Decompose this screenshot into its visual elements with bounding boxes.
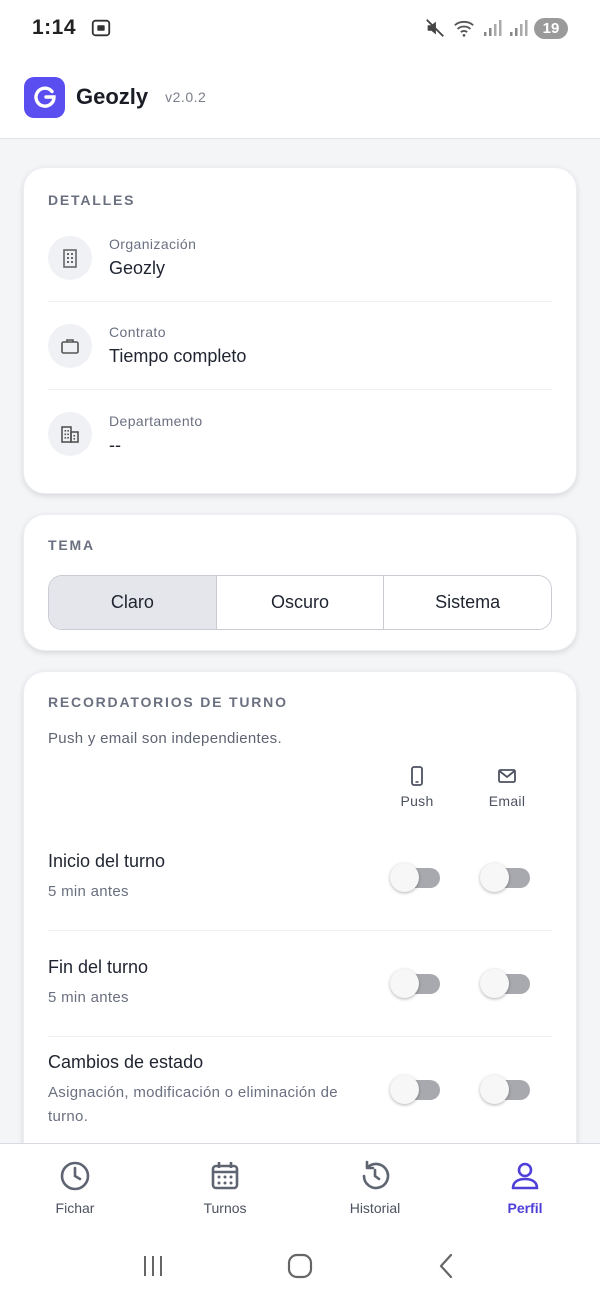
channel-push: Push	[372, 765, 462, 825]
person-icon	[511, 1162, 539, 1190]
reminders-subtitle: Push y email son independientes.	[48, 730, 282, 747]
detail-row-department: Departamento --	[48, 390, 552, 478]
theme-card: TEMA Claro Oscuro Sistema	[23, 514, 577, 651]
mail-icon	[498, 769, 516, 783]
app-header: Geozly v2.0.2	[0, 56, 600, 139]
app-logo	[24, 76, 65, 118]
push-toggle[interactable]	[390, 968, 440, 998]
detail-value: Geozly	[109, 258, 166, 278]
detail-row-organization: Organización Geozly	[48, 214, 552, 302]
push-toggle[interactable]	[390, 862, 440, 892]
theme-section-title: TEMA	[48, 537, 95, 553]
reminder-title: Fin del turno	[48, 957, 149, 977]
theme-option-light[interactable]: Claro	[49, 576, 217, 629]
theme-option-dark[interactable]: Oscuro	[216, 576, 385, 629]
reminder-row-shift-start: Inicio del turno 5 min antes	[48, 825, 552, 931]
history-icon	[362, 1160, 390, 1190]
nav-item-fichar[interactable]: Fichar	[0, 1144, 150, 1231]
app-name: Geozly	[76, 84, 149, 109]
push-toggle[interactable]	[390, 1075, 440, 1104]
toggle-knob	[480, 862, 509, 892]
recents-icon[interactable]	[139, 1252, 167, 1280]
detail-value: Tiempo completo	[109, 346, 247, 366]
clock-icon	[60, 1161, 90, 1191]
toggle-knob	[480, 1075, 509, 1104]
wifi-icon	[454, 20, 474, 37]
status-bar: 1:14 19	[0, 0, 600, 56]
app-version: v2.0.2	[165, 89, 207, 105]
back-icon[interactable]	[433, 1252, 461, 1280]
detail-label: Organización	[109, 236, 197, 252]
geozly-logo-icon	[33, 86, 56, 108]
channel-email: Email	[462, 765, 552, 825]
reminder-title: Cambios de estado	[48, 1051, 204, 1072]
status-time: 1:14	[32, 16, 77, 39]
system-nav	[0, 1231, 600, 1300]
toggle-knob	[390, 862, 419, 892]
nav-item-turnos[interactable]: Turnos	[150, 1144, 300, 1231]
phone-icon	[411, 766, 423, 786]
email-toggle[interactable]	[480, 862, 530, 892]
theme-selector: Claro Oscuro Sistema	[48, 575, 552, 630]
signal-icon	[484, 20, 502, 36]
reminder-row-status-changes: Cambios de estado Asignación, modificaci…	[48, 1037, 552, 1143]
detail-row-contract: Contrato Tiempo completo	[48, 302, 552, 390]
screenshot-icon	[91, 19, 111, 37]
detail-label: Contrato	[109, 324, 166, 340]
department-icon	[48, 412, 92, 456]
reminder-description: 5 min antes	[48, 883, 129, 900]
details-section-title: DETALLES	[48, 192, 136, 208]
detail-value: --	[109, 434, 121, 455]
bottom-nav: Fichar Turnos Historial Perfil	[0, 1143, 600, 1231]
reminder-description: Asignación, modificación o eliminación d…	[48, 1083, 338, 1125]
nav-item-historial[interactable]: Historial	[300, 1144, 450, 1231]
nav-item-perfil[interactable]: Perfil	[450, 1144, 600, 1231]
theme-option-system[interactable]: Sistema	[384, 576, 551, 629]
calendar-icon	[211, 1162, 239, 1190]
details-card: DETALLES Organización Geozly Contrato Ti…	[23, 167, 577, 494]
reminders-card: RECORDATORIOS DE TURNO Push y email son …	[23, 671, 577, 1143]
profile-content[interactable]: DETALLES Organización Geozly Contrato Ti…	[0, 139, 600, 1143]
reminder-description: 5 min antes	[48, 989, 129, 1006]
email-toggle[interactable]	[480, 1075, 530, 1104]
toggle-knob	[480, 968, 509, 998]
reminder-title: Inicio del turno	[48, 851, 166, 871]
reminders-section-title: RECORDATORIOS DE TURNO	[48, 694, 288, 710]
mute-icon	[426, 19, 444, 37]
briefcase-icon	[48, 323, 92, 368]
nav-label: Turnos	[203, 1200, 247, 1216]
building-icon	[48, 235, 92, 280]
status-icons: 19	[424, 17, 568, 39]
channel-label: Email	[488, 793, 526, 809]
toggle-knob	[390, 1075, 419, 1104]
reminder-row-shift-end: Fin del turno 5 min antes	[48, 931, 552, 1037]
channel-label: Push	[400, 793, 434, 809]
nav-label: Fichar	[55, 1200, 95, 1216]
nav-label: Perfil	[507, 1200, 543, 1216]
battery-indicator: 19	[534, 17, 568, 39]
nav-label: Historial	[349, 1200, 401, 1216]
channel-header: Push Email	[48, 765, 552, 825]
detail-label: Departamento	[109, 412, 203, 429]
email-toggle[interactable]	[480, 968, 530, 998]
signal-icon-2	[510, 20, 528, 36]
toggle-knob	[390, 968, 419, 998]
home-icon[interactable]	[286, 1252, 314, 1280]
